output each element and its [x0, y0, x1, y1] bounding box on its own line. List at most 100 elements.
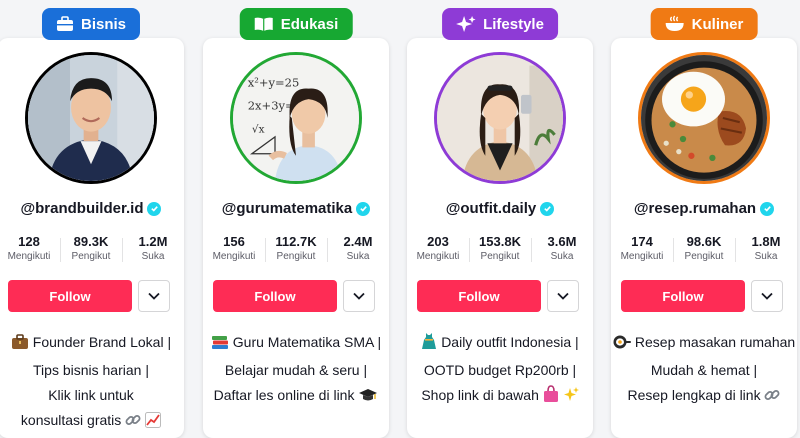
- bio-line: OOTD budget Rp200rb |: [409, 358, 591, 383]
- stat-followers[interactable]: 112.7K Pengikut: [265, 234, 326, 264]
- stat-value: 153.8K: [479, 234, 521, 249]
- category-label: Bisnis: [80, 15, 127, 33]
- stat-value: 2.4M: [343, 234, 373, 249]
- bio-line: Mudah & hemat |: [613, 358, 795, 383]
- bio: Founder Brand Lokal | Tips bisnis harian…: [0, 330, 182, 436]
- stat-following[interactable]: 174 Mengikuti: [611, 234, 672, 264]
- stat-followers[interactable]: 89.3K Pengikut: [60, 234, 121, 264]
- verified-badge-icon: [540, 201, 555, 216]
- stat-value: 203: [427, 234, 449, 249]
- avatar[interactable]: [638, 52, 770, 184]
- stat-value: 112.7K: [275, 234, 317, 249]
- bio-line: Klik link untuk: [0, 383, 182, 408]
- books-emoji-icon: [211, 333, 229, 358]
- bio: Guru Matematika SMA | Belajar mudah & se…: [205, 330, 387, 411]
- stat-followers[interactable]: 153.8K Pengikut: [469, 234, 530, 264]
- bio-line: konsultasi gratis: [0, 408, 182, 436]
- follow-button[interactable]: Follow: [621, 280, 745, 312]
- book-icon: [254, 16, 274, 32]
- stat-label: Mengikuti: [416, 251, 460, 262]
- bio-text: konsultasi gratis: [20, 412, 122, 428]
- bio-text: Belajar mudah & seru |: [224, 362, 368, 378]
- username-row[interactable]: @outfit.daily: [407, 200, 593, 217]
- follow-button[interactable]: Follow: [213, 280, 337, 312]
- category-label: Edukasi: [280, 15, 339, 33]
- sparkle-icon: [456, 15, 476, 33]
- avatar[interactable]: [434, 52, 566, 184]
- bio-text: Resep lengkap di link: [627, 387, 761, 403]
- avatar[interactable]: [25, 52, 157, 184]
- stat-label: Pengikut: [276, 251, 316, 262]
- stat-value: 156: [223, 234, 245, 249]
- category-tag: Edukasi: [239, 8, 353, 40]
- category-tag: Lifestyle: [442, 8, 558, 40]
- username-row[interactable]: @brandbuilder.id: [0, 200, 184, 217]
- bio-text: Shop link di bawah: [421, 387, 539, 403]
- more-options-button[interactable]: [751, 280, 783, 312]
- bio-text: Klik link untuk: [48, 387, 134, 403]
- username[interactable]: @resep.rumahan: [634, 200, 756, 217]
- more-options-button[interactable]: [343, 280, 375, 312]
- stat-value: 89.3K: [73, 234, 109, 249]
- link-emoji-icon: [764, 386, 780, 411]
- stat-label: Mengikuti: [7, 251, 51, 262]
- bio-line: Tips bisnis harian |: [0, 358, 182, 383]
- bio: Daily outfit Indonesia | OOTD budget Rp2…: [409, 330, 591, 411]
- stat-following[interactable]: 203 Mengikuti: [407, 234, 468, 264]
- bio-line: Guru Matematika SMA |: [205, 330, 387, 358]
- chart-emoji-icon: [145, 411, 162, 436]
- bio-line: Founder Brand Lokal |: [0, 330, 182, 358]
- avatar[interactable]: x²+y=25 2x+3y=12 √x: [230, 52, 362, 184]
- chevron-down-icon: [353, 287, 365, 305]
- link-emoji-icon: [125, 411, 141, 436]
- bowl-icon: [665, 15, 685, 33]
- bio: Resep masakan rumahan | Mudah & hemat | …: [613, 330, 800, 411]
- username[interactable]: @brandbuilder.id: [21, 200, 144, 217]
- stat-followers[interactable]: 98.6K Pengikut: [673, 234, 734, 264]
- follow-button[interactable]: Follow: [417, 280, 541, 312]
- username[interactable]: @outfit.daily: [446, 200, 536, 217]
- profile-card-kuliner: Kuliner @resep.rumahan 174 Mengikuti 98.…: [611, 0, 800, 438]
- stat-value: 128: [18, 234, 40, 249]
- verified-badge-icon: [147, 201, 162, 216]
- graduation-cap-emoji-icon: [358, 386, 378, 411]
- chevron-down-icon: [148, 287, 160, 305]
- dress-emoji-icon: [421, 332, 437, 358]
- category-label: Kuliner: [691, 15, 744, 33]
- category-tag: Bisnis: [41, 8, 141, 40]
- stat-value: 98.6K: [686, 234, 722, 249]
- stat-value: 1.2M: [138, 234, 168, 249]
- stats-row: 128 Mengikuti 89.3K Pengikut 1.2M Suka: [0, 234, 184, 264]
- stat-label: Suka: [141, 251, 165, 262]
- verified-badge-icon: [760, 201, 775, 216]
- briefcase-icon: [56, 16, 74, 32]
- stat-value: 174: [631, 234, 653, 249]
- stat-following[interactable]: 128 Mengikuti: [0, 234, 60, 264]
- bio-text: Daftar les online di link: [213, 387, 355, 403]
- stats-row: 174 Mengikuti 98.6K Pengikut 1.8M Suka: [611, 234, 797, 264]
- more-options-button[interactable]: [138, 280, 170, 312]
- bio-line: Belajar mudah & seru |: [205, 358, 387, 383]
- bio-line: Resep masakan rumahan |: [613, 330, 800, 358]
- bio-text: OOTD budget Rp200rb |: [423, 362, 577, 378]
- stat-likes: 1.8M Suka: [735, 234, 796, 264]
- stat-label: Pengikut: [684, 251, 724, 262]
- username-row[interactable]: @gurumatematika: [203, 200, 389, 217]
- more-options-button[interactable]: [547, 280, 579, 312]
- stat-label: Suka: [754, 251, 778, 262]
- username-row[interactable]: @resep.rumahan: [611, 200, 797, 217]
- briefcase-emoji-icon: [11, 333, 29, 358]
- chevron-down-icon: [761, 287, 773, 305]
- frying-pan-emoji-icon: [613, 333, 631, 358]
- username[interactable]: @gurumatematika: [222, 200, 353, 217]
- follow-button[interactable]: Follow: [8, 280, 132, 312]
- chevron-down-icon: [557, 287, 569, 305]
- stat-following[interactable]: 156 Mengikuti: [203, 234, 264, 264]
- shopping-bag-emoji-icon: [543, 385, 559, 411]
- stat-label: Mengikuti: [212, 251, 256, 262]
- bio-text: Founder Brand Lokal |: [32, 334, 172, 350]
- stats-row: 156 Mengikuti 112.7K Pengikut 2.4M Suka: [203, 234, 389, 264]
- category-tag: Kuliner: [650, 8, 758, 40]
- profile-card-bisnis: Bisnis @brandbuilder.id 128 Mengikuti 89…: [0, 0, 184, 438]
- stat-value: 3.6M: [547, 234, 577, 249]
